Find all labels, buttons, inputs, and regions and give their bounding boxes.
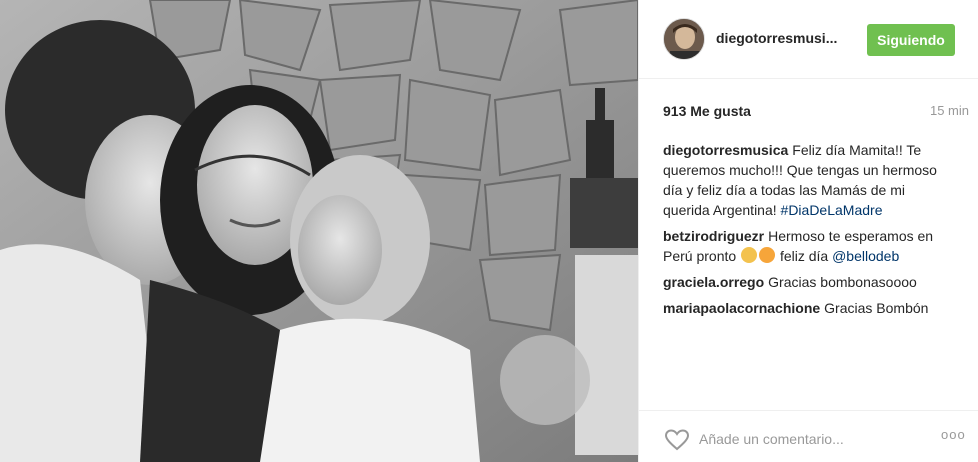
username-link[interactable]: diegotorresmusi...	[716, 30, 837, 46]
post-side-panel: diegotorresmusi... Siguiendo 913 Me gust…	[638, 0, 978, 462]
comment-author[interactable]: graciela.orrego	[663, 274, 764, 290]
comment-author[interactable]: betzirodriguezr	[663, 228, 764, 244]
post-photo[interactable]	[0, 0, 638, 462]
post-time[interactable]: 15 min	[930, 103, 969, 118]
mention-link[interactable]: @bellodeb	[832, 248, 899, 264]
more-options-icon[interactable]: ooo	[941, 427, 966, 442]
comment-item: betzirodriguezr Hermoso te esperamos en P…	[663, 226, 955, 266]
comment-author[interactable]: diegotorresmusica	[663, 142, 788, 158]
post-stats: 913 Me gusta 15 min	[663, 103, 969, 121]
following-button[interactable]: Siguiendo	[867, 24, 955, 56]
caption: diegotorresmusica Feliz día Mamita!! Te q…	[663, 140, 955, 220]
hashtag-link[interactable]: #DiaDeLaMadre	[781, 202, 883, 218]
kiss-emoji-icon	[759, 247, 776, 263]
comments-list[interactable]: diegotorresmusica Feliz día Mamita!! Te q…	[663, 140, 955, 406]
comment-footer: ooo	[639, 410, 978, 462]
avatar[interactable]	[663, 18, 705, 60]
comment-input[interactable]	[699, 427, 909, 451]
likes-count[interactable]: 913 Me gusta	[663, 103, 751, 119]
comment-author[interactable]: mariapaolacornachione	[663, 300, 820, 316]
post-header: diegotorresmusi... Siguiendo	[639, 0, 978, 79]
comment-text: Gracias Bombón	[824, 300, 929, 316]
comment-text: Gracias bombonasoooo	[768, 274, 917, 290]
photo-image	[0, 0, 638, 462]
heart-icon[interactable]	[664, 429, 690, 451]
comment-text-after: feliz día	[779, 248, 829, 264]
comment-item: graciela.orrego Gracias bombonasoooo	[663, 272, 955, 292]
comment-item: mariapaolacornachione Gracias Bombón	[663, 298, 955, 318]
emoji-icon	[741, 247, 758, 263]
